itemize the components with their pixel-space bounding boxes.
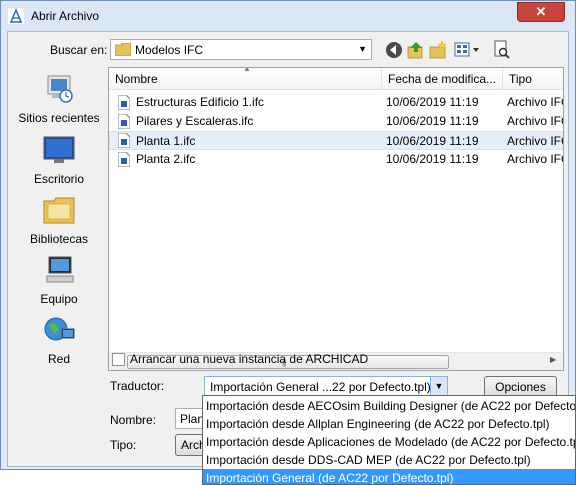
column-header-name[interactable]: Nombre [109,68,382,90]
dropdown-option[interactable]: Importación desde AECOsim Building Desig… [203,397,575,415]
file-name: Planta 2.ifc [136,152,196,166]
network-icon [44,317,75,341]
look-in-combo[interactable]: Modelos IFC ▼ [110,39,372,60]
look-in-label: Buscar en: [50,43,108,57]
table-row[interactable]: Planta 2.ifc 10/06/2019 11:19 Archivo IF… [109,150,563,169]
up-folder-icon[interactable] [406,40,426,60]
place-label: Equipo [40,292,78,306]
libraries-icon [43,197,75,224]
ifc-file-icon [118,152,130,167]
file-type: Archivo IFC [507,134,563,148]
new-folder-icon[interactable] [428,40,448,60]
place-label: Escritorio [33,172,84,186]
table-row[interactable]: Pilares y Escaleras.ifc 10/06/2019 11:19… [109,112,563,131]
folder-icon [115,43,131,56]
place-label: Bibliotecas [29,232,89,246]
dropdown-option[interactable]: Importación desde Allplan Engineering (d… [203,415,575,433]
list-header: ▲ Nombre Fecha de modifica... Tipo [109,68,563,90]
chevron-down-icon[interactable]: ▼ [430,377,447,396]
places-bar: Sitios recientes Escritorio Bibliotecas [12,68,106,373]
close-icon: ✕ [535,4,547,19]
title-bar[interactable]: Abrir Archivo ✕ [1,1,575,31]
place-label: Sitios recientes [18,111,100,125]
place-desktop[interactable]: Escritorio [12,135,106,186]
preview-icon[interactable] [492,40,512,60]
dropdown-option[interactable]: Importación desde DDS-CAD MEP (de AC22 p… [203,451,575,469]
file-date: 10/06/2019 11:19 [386,152,479,166]
file-name-label: Nombre: [110,413,157,427]
ifc-file-icon [118,133,130,148]
translator-value: Importación General ...22 por Defecto.tp… [210,380,431,394]
new-instance-label: Arrancar una nueva instancia de ARCHICAD [130,352,369,366]
file-type: Archivo IFC [507,152,563,166]
archicad-app-icon [8,8,24,24]
file-type: Archivo IFC [507,95,563,109]
recent-places-icon [47,75,73,103]
scroll-right-icon[interactable]: ▶ [550,355,556,364]
place-recent[interactable]: Sitios recientes [12,74,106,125]
file-date: 10/06/2019 11:19 [386,95,479,109]
computer-icon [46,256,74,283]
file-date: 10/06/2019 11:19 [386,134,479,148]
place-label: Red [47,352,70,366]
table-row[interactable]: Planta 1.ifc 10/06/2019 11:19 Archivo IF… [109,131,563,150]
column-header-type[interactable]: Tipo [503,68,563,90]
file-name: Pilares y Escaleras.ifc [136,114,254,128]
file-list[interactable]: ▲ Nombre Fecha de modifica... Tipo Estru… [108,67,564,371]
look-in-value: Modelos IFC [135,43,204,57]
file-name: Planta 1.ifc [136,134,196,148]
ifc-file-icon [118,114,130,129]
file-type-label: Tipo: [110,438,137,452]
ifc-file-icon [118,95,130,110]
file-name: Estructuras Edificio 1.ifc [136,95,265,109]
table-row[interactable]: Estructuras Edificio 1.ifc 10/06/2019 11… [109,93,563,112]
close-button[interactable]: ✕ [517,2,565,22]
desktop-icon [43,136,75,163]
place-network[interactable]: Red [12,315,106,366]
dropdown-option-selected[interactable]: Importación General (de AC22 por Defecto… [203,469,575,484]
back-icon[interactable] [384,40,404,60]
dropdown-option[interactable]: Importación desde Aplicaciones de Modela… [203,433,575,451]
file-type: Archivo IFC [507,114,563,128]
place-libraries[interactable]: Bibliotecas [12,195,106,246]
place-computer[interactable]: Equipo [12,255,106,306]
chevron-down-icon: ▼ [358,44,367,54]
column-header-date[interactable]: Fecha de modifica... [382,68,503,90]
view-menu-icon[interactable] [454,40,480,60]
checkbox-box[interactable] [112,353,125,366]
translator-combo[interactable]: Importación General ...22 por Defecto.tp… [204,376,448,397]
window-title: Abrir Archivo [31,9,100,23]
file-date: 10/06/2019 11:19 [386,114,479,128]
translator-label: Traductor: [110,379,165,393]
translator-dropdown-list[interactable]: Importación desde AECOsim Building Desig… [202,395,576,485]
